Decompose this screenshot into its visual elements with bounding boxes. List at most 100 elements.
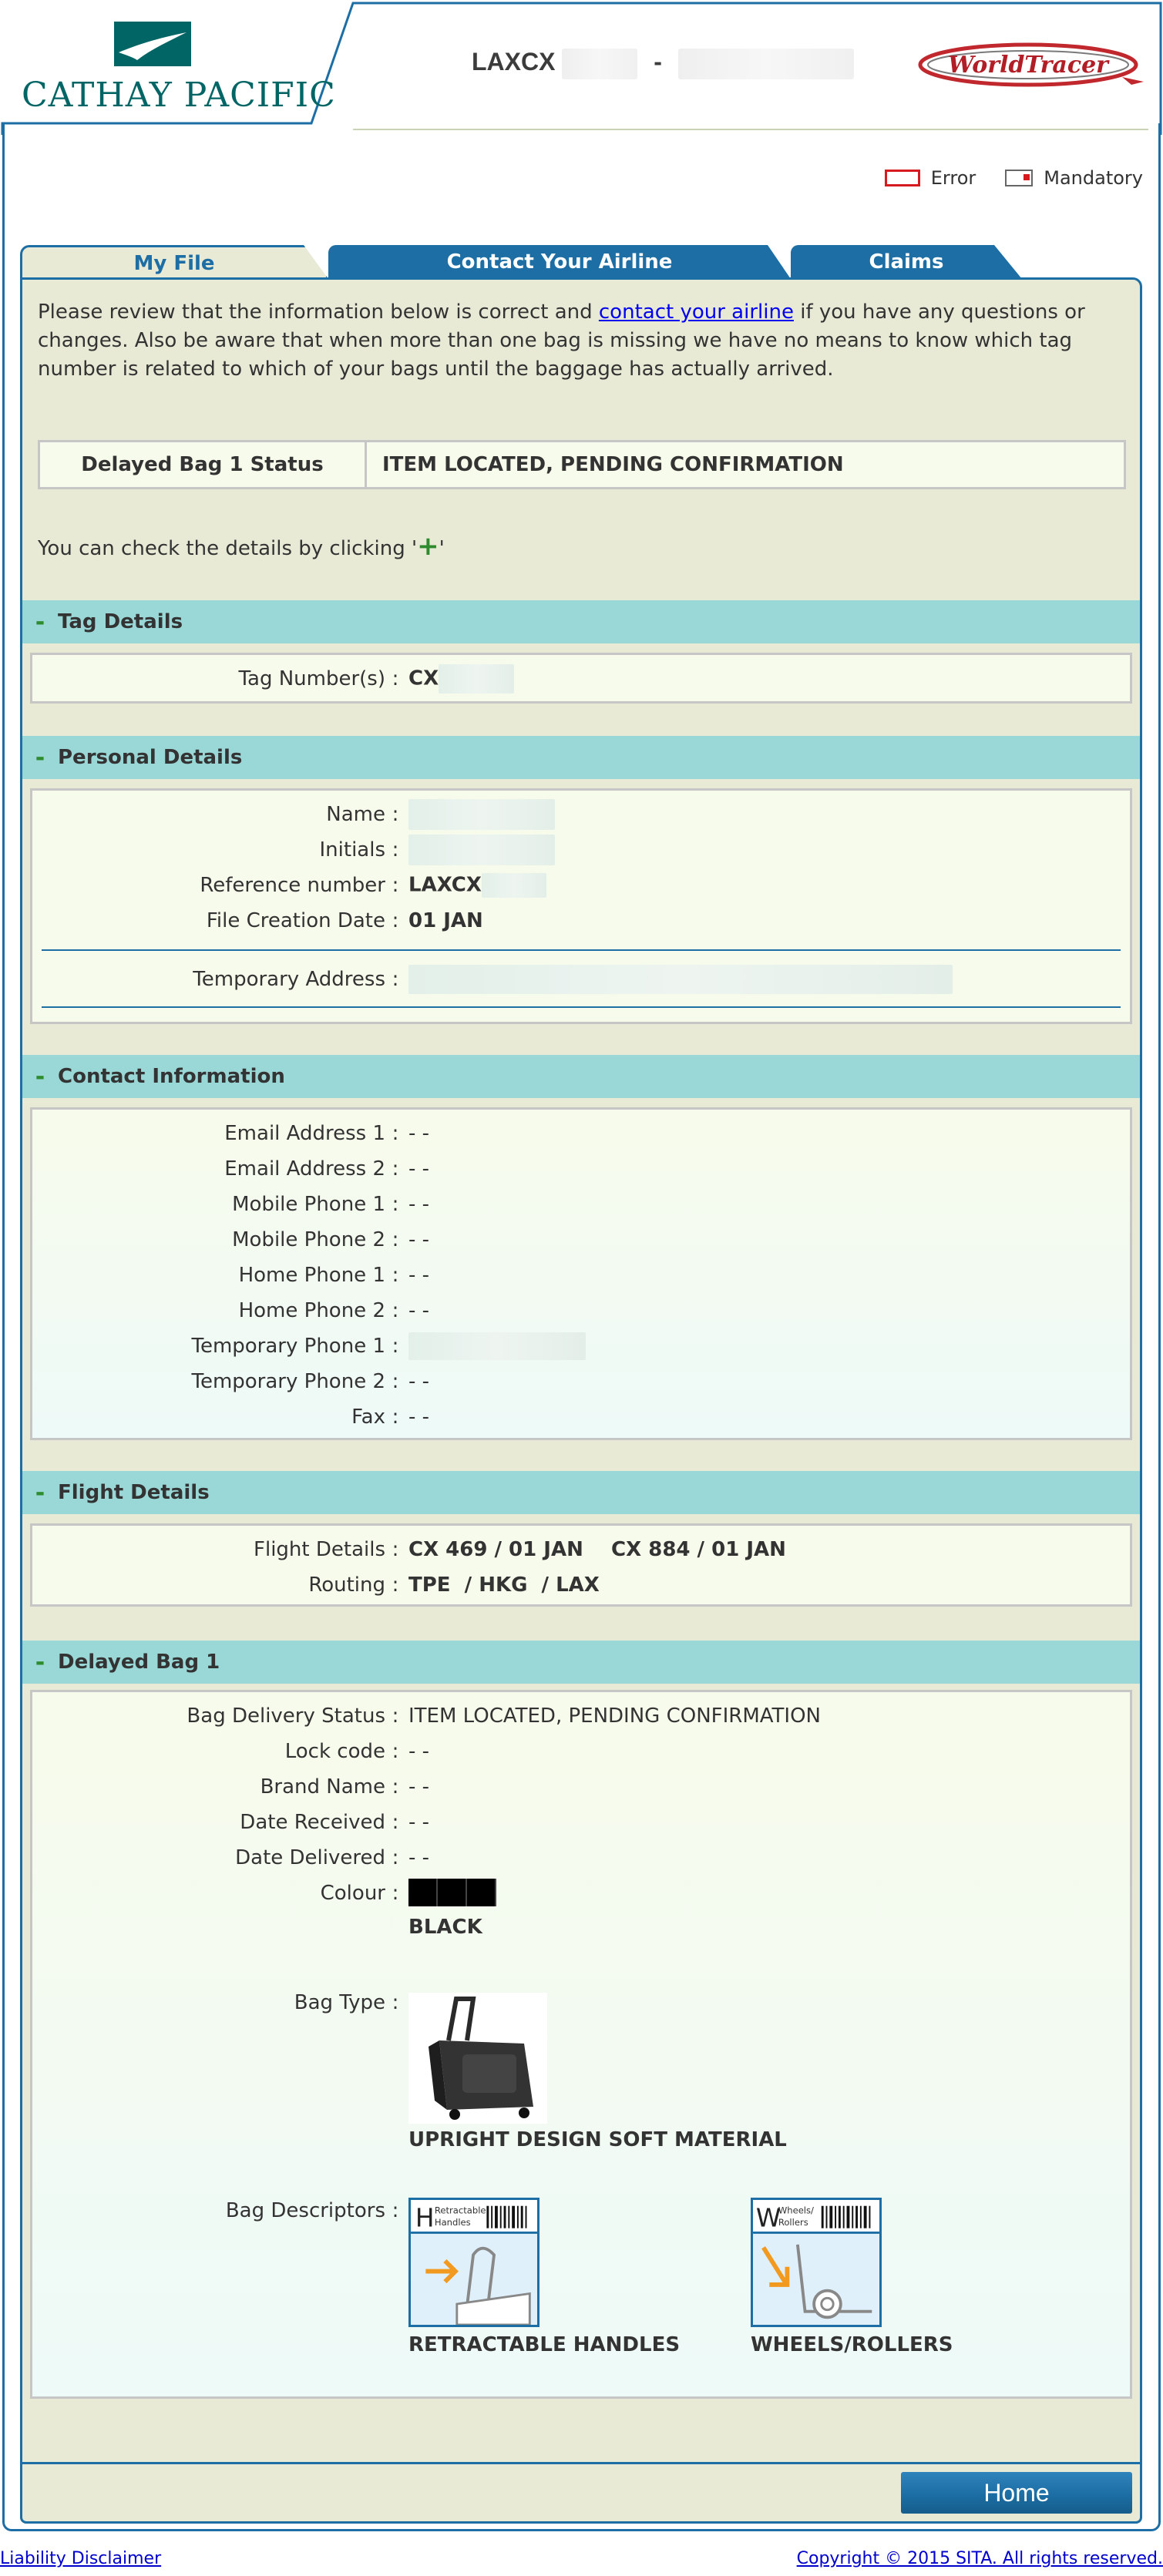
contact-row: Home Phone 2:- - bbox=[32, 1293, 1130, 1328]
contact-row: Temporary Phone 2:- - bbox=[32, 1364, 1130, 1399]
field-label: Temporary Phone 2 bbox=[191, 1370, 385, 1393]
contact-row: Home Phone 1:- - bbox=[32, 1258, 1130, 1293]
flight-row: Flight Details : CX 469 / 01 JAN CX 884 … bbox=[32, 1532, 1130, 1567]
expand-hint-end: ' bbox=[439, 537, 445, 560]
bag-row: Brand Name: - - bbox=[32, 1769, 1130, 1805]
redacted-phone bbox=[408, 1332, 586, 1360]
field-label: Temporary Phone 1 bbox=[191, 1335, 385, 1358]
section-title: Flight Details bbox=[58, 1481, 210, 1504]
field-label: Flight Details bbox=[254, 1538, 385, 1561]
field-value: - - bbox=[408, 1193, 430, 1216]
field-value: - - bbox=[408, 1157, 430, 1181]
status-label: Delayed Bag 1 Status bbox=[40, 442, 367, 487]
section-title: Contact Information bbox=[58, 1065, 285, 1088]
status-value: ITEM LOCATED, PENDING CONFIRMATION bbox=[382, 453, 844, 476]
expand-hint-text: You can check the details by clicking ' bbox=[38, 537, 418, 560]
section-header-tag-details[interactable]: - Tag Details bbox=[22, 600, 1140, 643]
home-button[interactable]: Home bbox=[901, 2472, 1132, 2514]
contact-information-box: Email Address 1:- - Email Address 2:- - … bbox=[30, 1107, 1132, 1440]
redacted-file-number bbox=[562, 48, 638, 79]
contact-airline-link[interactable]: contact your airline bbox=[599, 301, 794, 324]
field-label: Email Address 2 bbox=[224, 1157, 385, 1181]
name-row: Name : bbox=[32, 797, 1130, 832]
section-header-contact-information[interactable]: - Contact Information bbox=[22, 1055, 1140, 1098]
redacted-initials bbox=[408, 835, 555, 865]
brand-name: CATHAY PACIFIC bbox=[22, 76, 336, 115]
file-reference-prefix: LAXCX bbox=[472, 48, 556, 76]
section-title: Tag Details bbox=[58, 610, 183, 633]
field-label: Date Received bbox=[240, 1811, 385, 1834]
copyright-link[interactable]: Copyright © 2015 SITA. All rights reserv… bbox=[797, 2549, 1163, 2568]
file-reference-separator: - bbox=[654, 48, 662, 76]
collapse-icon[interactable]: - bbox=[22, 1649, 58, 1676]
reference-value: LAXCX bbox=[405, 873, 1130, 898]
temporary-address-row: Temporary Address : bbox=[32, 962, 1130, 997]
tab-my-file[interactable]: My File bbox=[20, 245, 328, 279]
liability-disclaimer-link[interactable]: Liability Disclaimer bbox=[0, 2549, 161, 2568]
field-value: - - bbox=[408, 1846, 430, 1869]
redacted-reference bbox=[481, 873, 546, 898]
field-label: Lock code bbox=[284, 1740, 385, 1763]
collapse-icon[interactable]: - bbox=[22, 744, 58, 771]
field-label: Initials bbox=[319, 838, 386, 861]
field-value: - - bbox=[408, 1370, 430, 1393]
tag-number-prefix: CX bbox=[408, 667, 439, 690]
field-label: Brand Name bbox=[260, 1775, 385, 1798]
contact-row: Mobile Phone 2:- - bbox=[32, 1222, 1130, 1258]
routing-value: TPE / HKG / LAX bbox=[408, 1573, 600, 1597]
section-header-flight-details[interactable]: - Flight Details bbox=[22, 1471, 1140, 1514]
bag-row: Bag Delivery Status: ITEM LOCATED, PENDIN… bbox=[32, 1698, 1130, 1734]
bag-type-row: Bag Type : bbox=[32, 1985, 1130, 2020]
brushwing-icon bbox=[114, 22, 191, 66]
descriptor-label: RETRACTABLE HANDLES bbox=[408, 2333, 681, 2356]
page-header: CATHAY PACIFIC LAXCX - WorldTracer bbox=[0, 0, 1163, 135]
contact-row: Fax: - - bbox=[32, 1399, 1130, 1435]
reference-prefix: LAXCX bbox=[408, 873, 482, 897]
delayed-bag-box: Bag Delivery Status: ITEM LOCATED, PENDIN… bbox=[30, 1690, 1132, 2399]
contact-row: Mobile Phone 1:- - bbox=[32, 1187, 1130, 1222]
routing-row: Routing : TPE / HKG / LAX bbox=[32, 1567, 1130, 1603]
section-header-personal-details[interactable]: - Personal Details bbox=[22, 736, 1140, 779]
file-creation-row: File Creation Date : 01 JAN bbox=[32, 903, 1130, 939]
colour-row: Colour : bbox=[32, 1876, 1130, 1911]
tab-claims[interactable]: Claims bbox=[791, 245, 1022, 279]
cathay-pacific-logo[interactable]: CATHAY PACIFIC bbox=[0, 0, 335, 127]
field-value: - - bbox=[408, 1775, 430, 1798]
flight-value: CX 469 / 01 JAN CX 884 / 01 JAN bbox=[408, 1538, 786, 1561]
section-title: Delayed Bag 1 bbox=[58, 1651, 220, 1674]
colour-value: BLACK bbox=[408, 1916, 482, 1939]
field-label: Date Delivered bbox=[235, 1846, 385, 1869]
field-value: - - bbox=[408, 1228, 430, 1251]
collapse-icon[interactable]: - bbox=[22, 609, 58, 636]
tab-contact-airline[interactable]: Contact Your Airline bbox=[328, 245, 791, 279]
field-label: File Creation Date bbox=[206, 909, 385, 932]
tag-number-row: Tag Number(s) : CX bbox=[32, 661, 1130, 697]
my-file-panel: Please review that the information below… bbox=[20, 277, 1142, 2524]
collapse-icon[interactable]: - bbox=[22, 1479, 58, 1506]
field-value: - - bbox=[408, 1740, 430, 1763]
field-label: Fax bbox=[351, 1406, 385, 1429]
tag-details-box: Tag Number(s) : CX bbox=[30, 653, 1132, 704]
initials-row: Initials : bbox=[32, 832, 1130, 868]
bag-descriptors-row: Bag Descriptors : bbox=[32, 2193, 1130, 2228]
expand-hint: You can check the details by clicking '+… bbox=[38, 531, 445, 562]
collapse-icon[interactable]: - bbox=[22, 1063, 58, 1090]
field-value: - - bbox=[408, 1406, 430, 1429]
contact-row: Email Address 1:- - bbox=[32, 1116, 1130, 1151]
field-label: Bag Descriptors bbox=[225, 2199, 385, 2222]
field-label: Home Phone 1 bbox=[238, 1264, 385, 1287]
divider bbox=[42, 949, 1121, 951]
reference-row: Reference number : LAXCX bbox=[32, 868, 1130, 903]
svg-text:Rollers: Rollers bbox=[778, 2217, 808, 2228]
section-header-delayed-bag[interactable]: - Delayed Bag 1 bbox=[22, 1641, 1140, 1684]
tag-number-value: CX bbox=[405, 664, 1130, 694]
descriptor-label: WHEELS/ROLLERS bbox=[751, 2333, 953, 2356]
tab-bar: My File Contact Your Airline Claims bbox=[20, 245, 1145, 279]
field-label: Name bbox=[326, 803, 385, 826]
field-label: Routing bbox=[308, 1573, 385, 1597]
personal-details-box: Name : Initials : Reference number : LAX… bbox=[30, 788, 1132, 1024]
field-value: - - bbox=[408, 1299, 430, 1322]
field-value: - - bbox=[408, 1811, 430, 1834]
page-footer: Liability Disclaimer Copyright © 2015 SI… bbox=[0, 2549, 1163, 2572]
file-creation-value: 01 JAN bbox=[408, 909, 483, 932]
